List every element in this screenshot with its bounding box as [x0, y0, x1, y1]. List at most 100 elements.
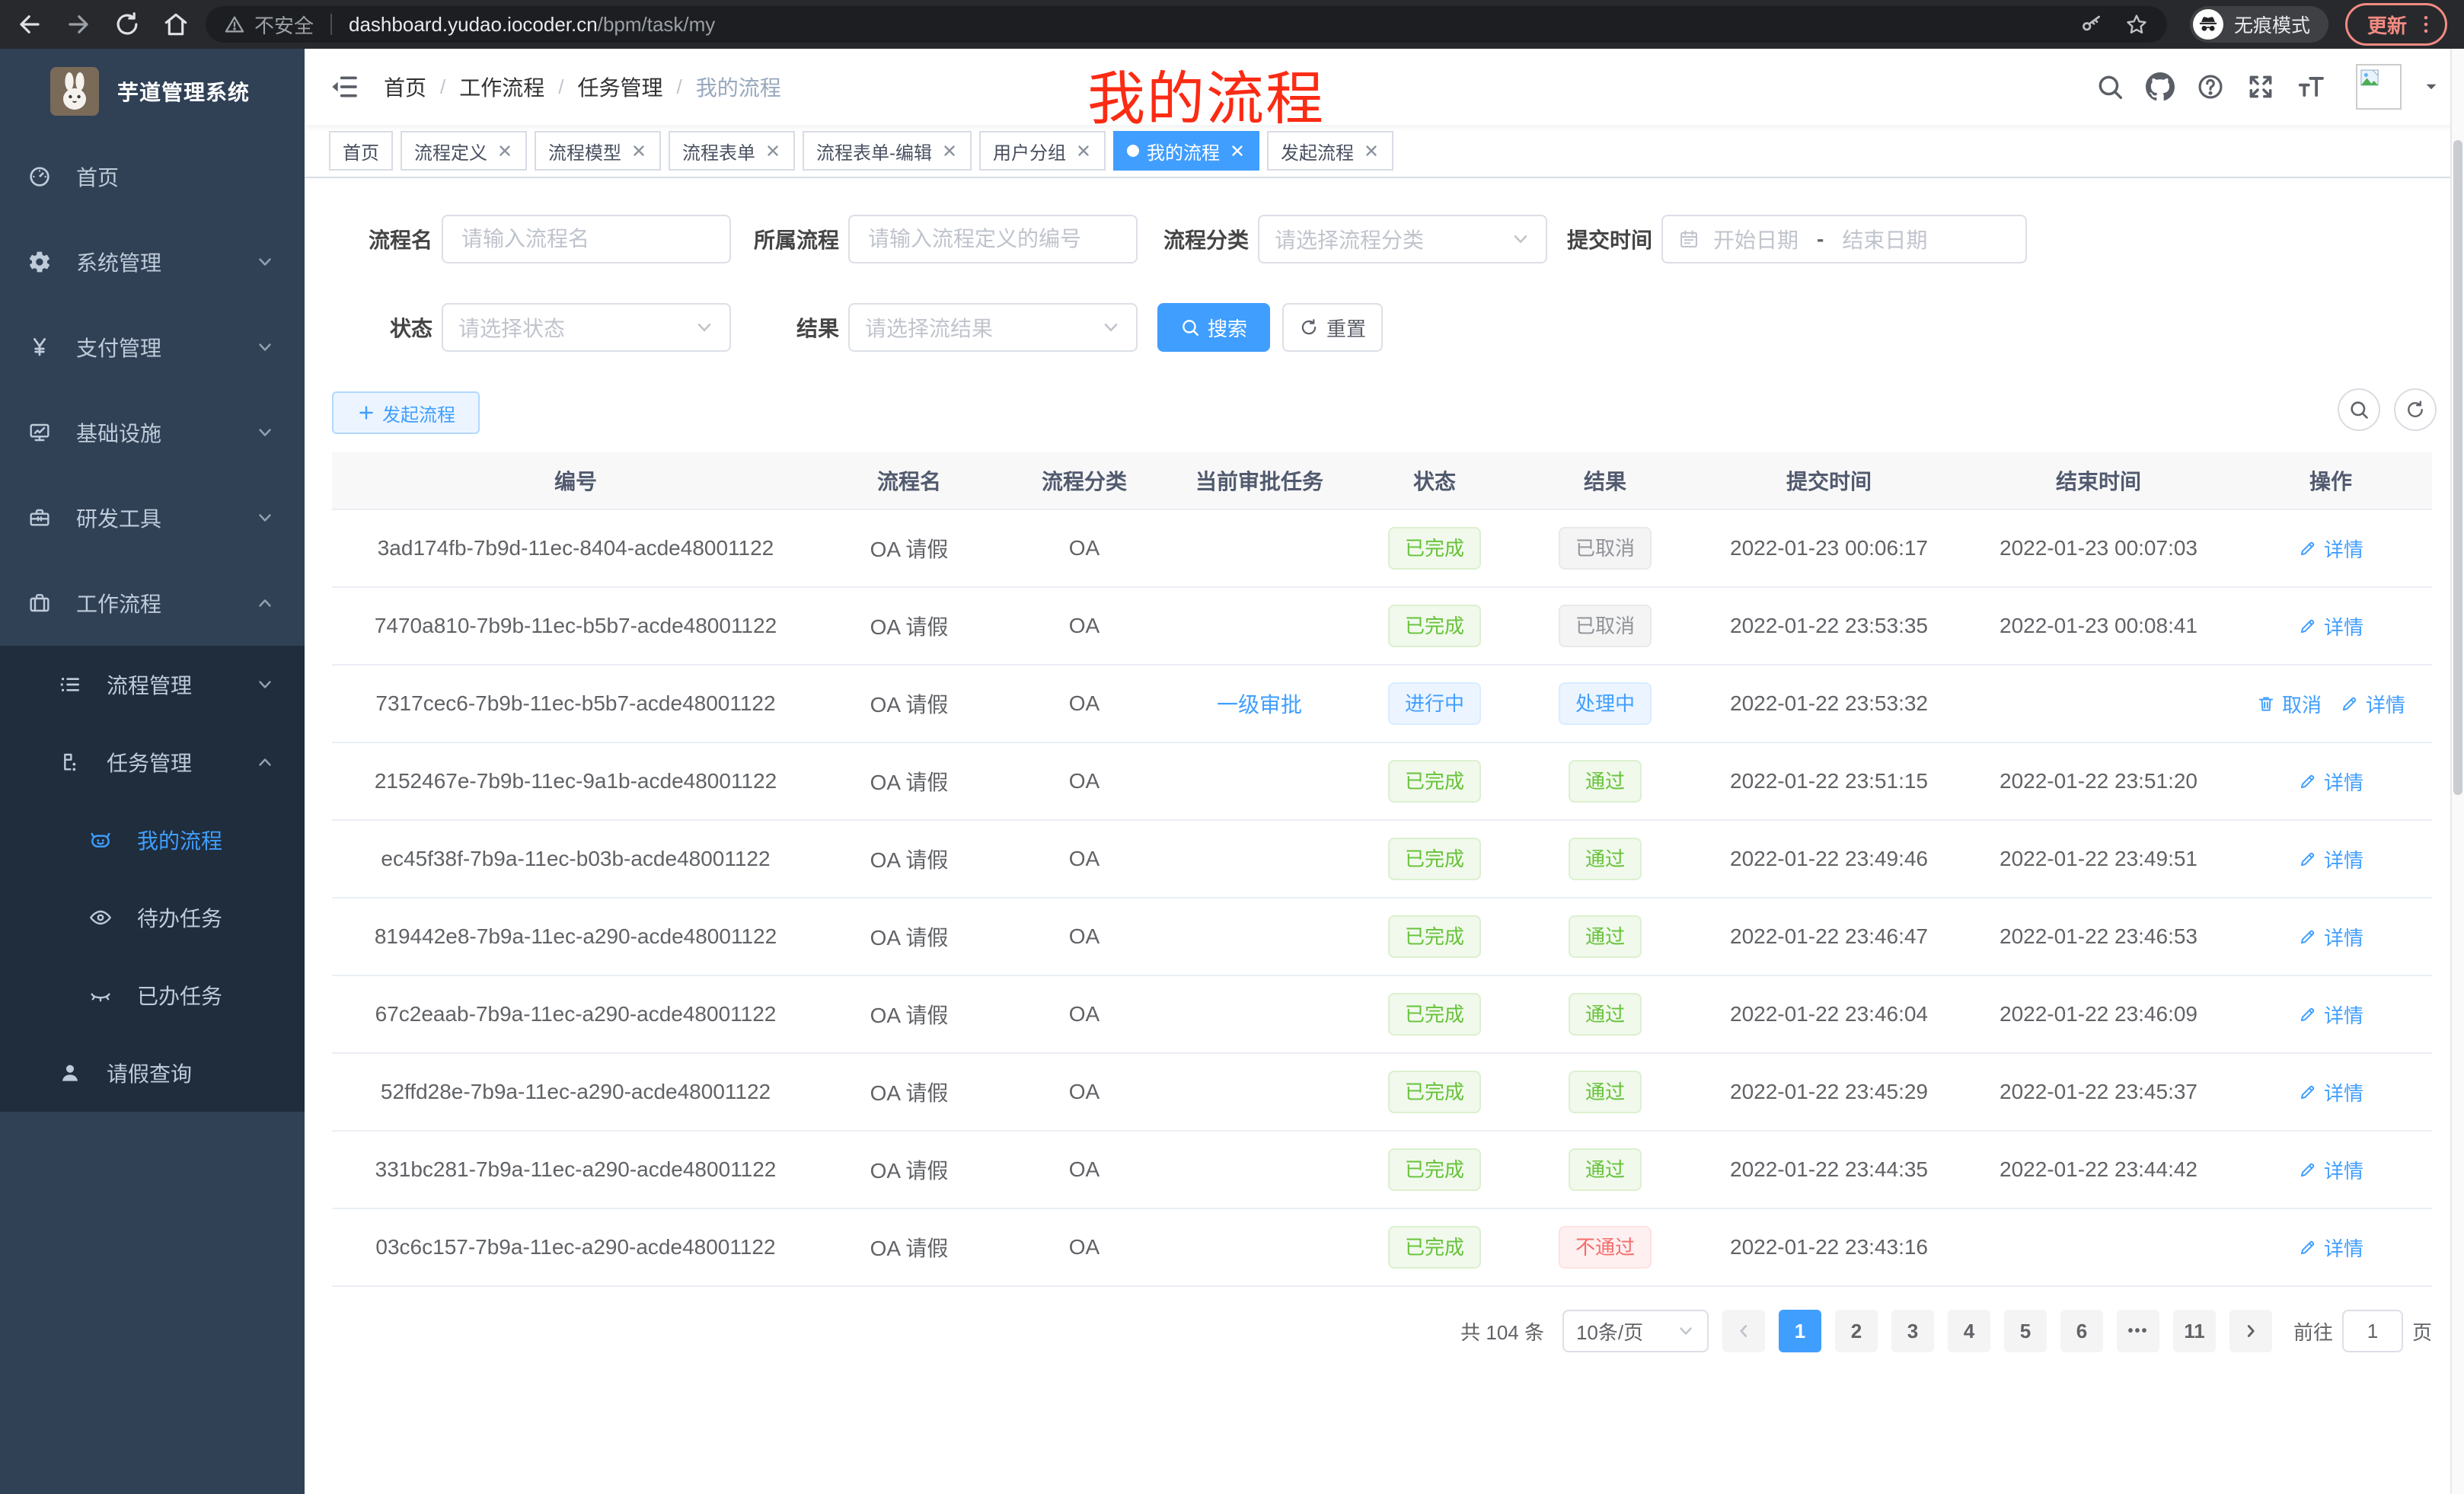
page-number-button[interactable]: 6	[2060, 1310, 2103, 1352]
view-tab[interactable]: 流程模型	[535, 131, 661, 171]
search-button[interactable]: 搜索	[1157, 303, 1270, 352]
page-number-button[interactable]: 11	[2173, 1310, 2216, 1352]
view-tab[interactable]: 流程表单-编辑	[803, 131, 972, 171]
definition-input-field[interactable]	[865, 225, 1121, 253]
goto-page-input[interactable]	[2342, 1310, 2403, 1352]
detail-action[interactable]: 详情	[2298, 768, 2363, 796]
date-range-picker[interactable]: 开始日期 - 结束日期	[1661, 215, 2027, 263]
detail-action[interactable]: 详情	[2298, 535, 2363, 563]
view-tab[interactable]: 发起流程	[1267, 131, 1393, 171]
address-bar[interactable]: 不安全 dashboard.yudao.iocoder.cn/bpm/task/…	[206, 6, 2167, 43]
sidebar: 芋道管理系统 首页 系统管理 支付管理	[0, 49, 305, 1494]
close-icon[interactable]	[1229, 142, 1246, 159]
detail-action[interactable]: 详情	[2298, 1234, 2363, 1262]
sidebar-item[interactable]: 已办任务	[0, 956, 305, 1034]
page-number-button[interactable]: •••	[2117, 1310, 2159, 1352]
view-tab[interactable]: 用户分组	[979, 131, 1106, 171]
close-icon[interactable]	[1075, 142, 1092, 159]
sidebar-item[interactable]: 研发工具	[0, 475, 305, 560]
tab-label: 我的流程	[1147, 138, 1220, 164]
name-input-field[interactable]	[458, 225, 714, 253]
detail-action[interactable]: 详情	[2298, 923, 2363, 951]
fullscreen-icon[interactable]	[2246, 72, 2275, 101]
help-icon[interactable]	[2196, 72, 2225, 101]
status-label: 状态	[332, 312, 432, 343]
close-icon[interactable]	[764, 142, 781, 159]
category-select[interactable]: 请选择流程分类	[1258, 215, 1547, 263]
page-number-button[interactable]: 3	[1891, 1310, 1934, 1352]
cell-process-name: OA 请假	[819, 611, 999, 641]
detail-action[interactable]: 详情	[2298, 612, 2363, 640]
close-icon[interactable]	[496, 142, 513, 159]
detail-action[interactable]: 详情	[2340, 690, 2405, 718]
close-icon[interactable]	[630, 142, 647, 159]
view-tab[interactable]: 我的流程	[1113, 131, 1259, 171]
detail-action[interactable]: 详情	[2298, 1078, 2363, 1106]
home-icon[interactable]	[161, 10, 190, 39]
sidebar-item[interactable]: 我的流程	[0, 801, 305, 879]
breadcrumb-item[interactable]: 首页	[384, 72, 426, 102]
sidebar-item[interactable]: 请假查询	[0, 1034, 305, 1112]
name-input[interactable]	[442, 215, 731, 263]
breadcrumb-item[interactable]: 我的流程	[696, 72, 781, 102]
bookmark-star-icon[interactable]	[2124, 12, 2149, 37]
definition-input[interactable]	[848, 215, 1138, 263]
page-number-button[interactable]: 5	[2004, 1310, 2047, 1352]
filter-result: 结果 请选择流结果	[746, 303, 1138, 352]
page-number-button[interactable]: 1	[1779, 1310, 1821, 1352]
back-icon[interactable]	[15, 10, 44, 39]
prev-page-button[interactable]	[1722, 1310, 1765, 1352]
refresh-table-button[interactable]	[2394, 388, 2437, 431]
window-scrollbar[interactable]	[2450, 49, 2464, 1494]
avatar[interactable]	[2356, 64, 2402, 110]
sidebar-item[interactable]: 支付管理	[0, 305, 305, 390]
view-tab[interactable]: 流程定义	[401, 131, 527, 171]
scrollbar-thumb[interactable]	[2453, 140, 2462, 795]
show-search-toggle-button[interactable]	[2338, 388, 2380, 431]
page-content: 流程名 所属流程 流程分类 请选择流程分类 提交时间	[305, 178, 2464, 1494]
forward-icon[interactable]	[64, 10, 93, 39]
detail-action[interactable]: 详情	[2298, 1156, 2363, 1184]
sidebar-item[interactable]: 系统管理	[0, 219, 305, 305]
github-icon[interactable]	[2146, 72, 2175, 101]
reload-icon[interactable]	[113, 10, 142, 39]
cell-id: 819442e8-7b9a-11ec-a290-acde48001122	[332, 924, 819, 949]
sidebar-item-label: 系统管理	[76, 247, 161, 277]
page-number-button[interactable]: 4	[1948, 1310, 1990, 1352]
detail-action[interactable]: 详情	[2298, 845, 2363, 873]
detail-action[interactable]: 详情	[2298, 1001, 2363, 1029]
column-header: 状态	[1349, 465, 1520, 496]
cancel-action[interactable]: 取消	[2256, 690, 2322, 718]
sidebar-item[interactable]: 基础设施	[0, 390, 305, 475]
search-icon[interactable]	[2095, 72, 2124, 101]
view-tab[interactable]: 流程表单	[669, 131, 795, 171]
sidebar-item[interactable]: 任务管理	[0, 723, 305, 801]
close-icon[interactable]	[941, 142, 958, 159]
sidebar-item[interactable]: 工作流程	[0, 560, 305, 646]
reset-button[interactable]: 重置	[1282, 303, 1383, 352]
incognito-icon	[2197, 13, 2220, 36]
update-button[interactable]: 更新	[2345, 3, 2447, 46]
sidebar-item[interactable]: 流程管理	[0, 646, 305, 723]
status-select[interactable]: 请选择状态	[442, 303, 731, 352]
next-page-button[interactable]	[2229, 1310, 2272, 1352]
page-size-select[interactable]: 10条/页	[1562, 1310, 1709, 1352]
current-task-link[interactable]: 一级审批	[1217, 693, 1302, 717]
create-process-button[interactable]: 发起流程	[332, 391, 480, 434]
chevron-icon	[256, 594, 274, 612]
text-size-icon[interactable]	[2296, 72, 2325, 101]
app-logo[interactable]: 芋道管理系统	[0, 49, 305, 134]
close-icon[interactable]	[1363, 142, 1380, 159]
select-caret-icon	[1101, 318, 1121, 337]
view-tab[interactable]: 首页	[329, 131, 393, 171]
result-select[interactable]: 请选择流结果	[848, 303, 1138, 352]
breadcrumb-item[interactable]: 工作流程	[459, 72, 544, 102]
browser-menu-kebab-icon[interactable]	[2415, 13, 2437, 36]
hamburger-icon[interactable]	[329, 72, 359, 102]
avatar-dropdown-caret-icon[interactable]	[2423, 78, 2440, 95]
breadcrumb-item[interactable]: 任务管理	[578, 72, 663, 102]
sidebar-item[interactable]: 待办任务	[0, 879, 305, 956]
sidebar-item[interactable]: 首页	[0, 134, 305, 219]
password-key-icon[interactable]	[2079, 12, 2103, 37]
page-number-button[interactable]: 2	[1835, 1310, 1878, 1352]
